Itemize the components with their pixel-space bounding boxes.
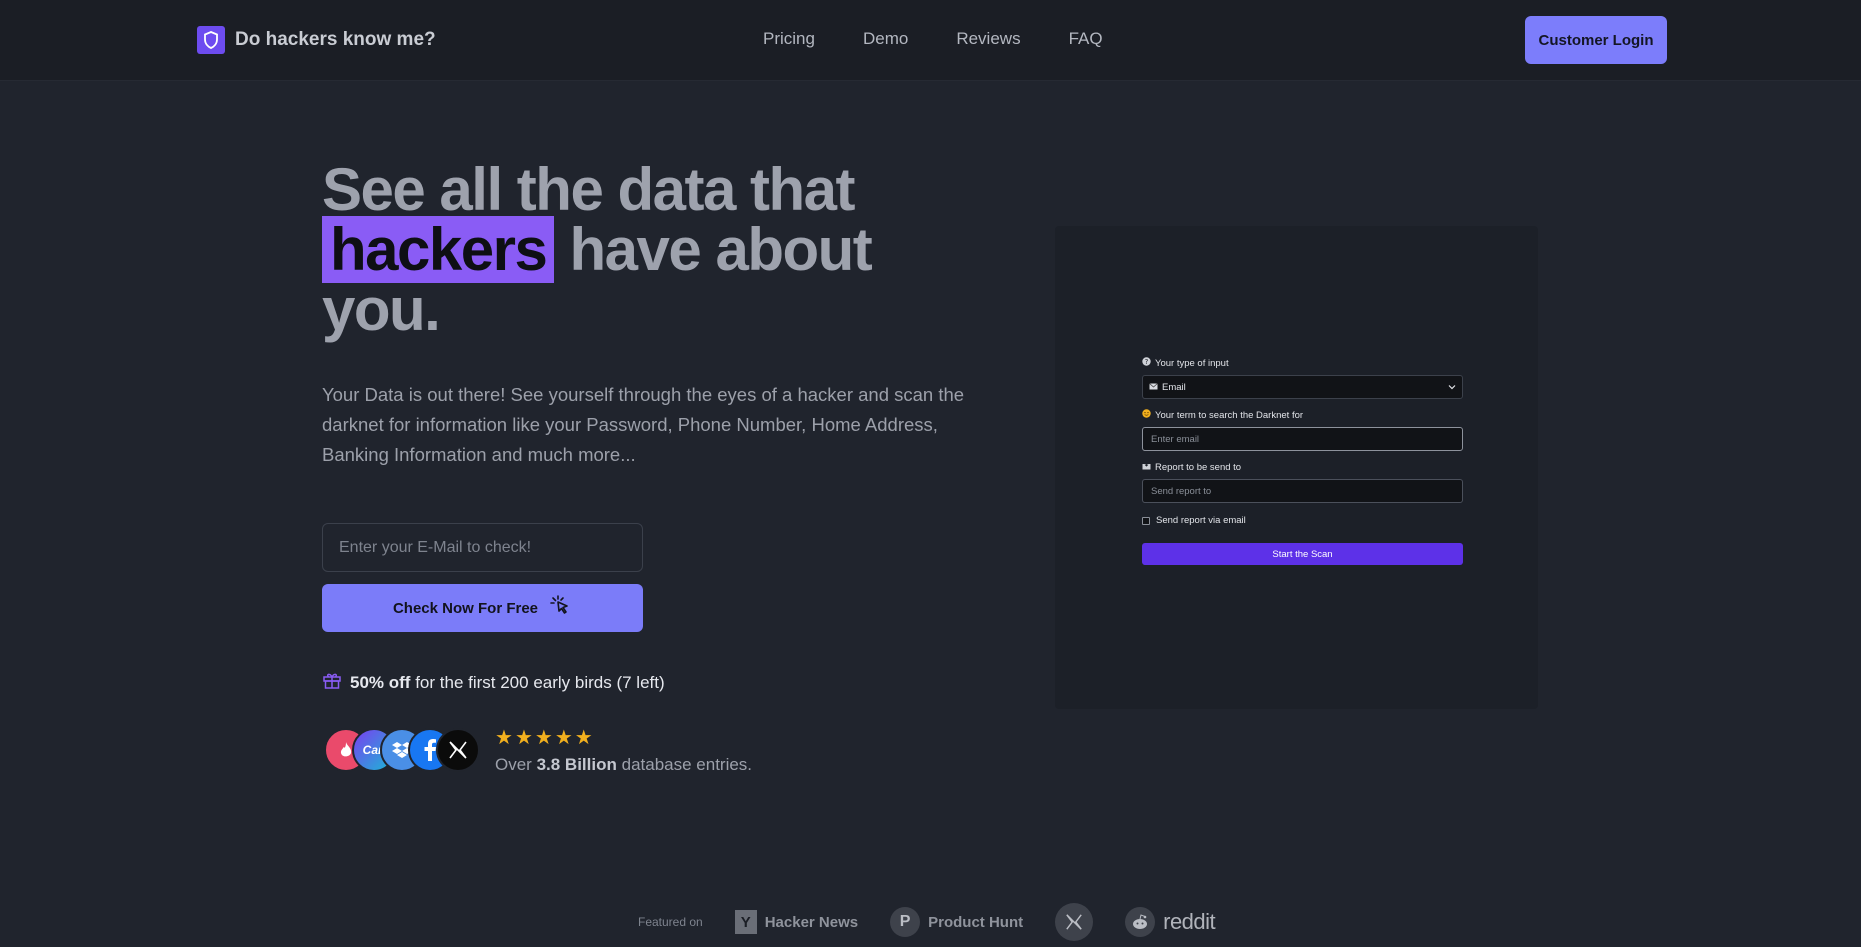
demo-panel: ? Your type of input Email Your term to … bbox=[1055, 226, 1538, 709]
hero-title-highlight: hackers bbox=[322, 216, 555, 283]
hero-title-part1: See all the data that bbox=[322, 156, 856, 223]
star-icon: ★ bbox=[534, 727, 553, 749]
promo-rest: for the first 200 early birds (7 left) bbox=[415, 672, 665, 692]
input-type-label: ? Your type of input bbox=[1142, 356, 1463, 370]
stat-suffix: database entries. bbox=[621, 755, 753, 774]
star-icon: ★ bbox=[574, 727, 593, 749]
check-now-label: Check Now For Free bbox=[392, 599, 539, 617]
nav-link-pricing[interactable]: Pricing bbox=[763, 29, 815, 49]
check-now-button[interactable]: Check Now For Free bbox=[322, 584, 643, 632]
reddit-icon bbox=[1125, 907, 1156, 937]
product-hunt-label: Product Hunt bbox=[928, 913, 1024, 931]
gift-icon bbox=[322, 670, 342, 695]
star-icon: ★ bbox=[495, 727, 513, 749]
input-type-value: Email bbox=[1162, 381, 1186, 393]
shield-icon bbox=[197, 26, 225, 54]
star-icon: ★ bbox=[514, 727, 533, 749]
send-report-checkbox-row[interactable]: Send report via email bbox=[1142, 515, 1463, 526]
input-type-label-text: Your type of input bbox=[1155, 357, 1229, 369]
send-report-label: Send report via email bbox=[1156, 515, 1246, 526]
x-icon bbox=[436, 728, 480, 772]
inbox-icon bbox=[1142, 461, 1151, 473]
envelope-icon bbox=[1149, 382, 1158, 393]
brand[interactable]: Do hackers know me? bbox=[197, 26, 436, 54]
cursor-click-icon bbox=[550, 595, 572, 621]
rating-stars: ★ ★ ★ ★ ★ bbox=[495, 728, 593, 748]
input-type-selected: Email bbox=[1149, 382, 1186, 393]
report-input[interactable] bbox=[1142, 479, 1463, 503]
customer-login-button[interactable]: Customer Login bbox=[1525, 16, 1667, 64]
featured-hacker-news[interactable]: Y Hacker News bbox=[734, 910, 859, 934]
x-icon bbox=[1055, 903, 1094, 941]
product-hunt-icon: P bbox=[890, 907, 921, 937]
search-term-label: Your term to search the Darknet for bbox=[1142, 408, 1463, 422]
smiley-icon bbox=[1142, 409, 1151, 421]
featured-product-hunt[interactable]: P Product Hunt bbox=[890, 907, 1023, 937]
featured-label: Featured on bbox=[638, 915, 703, 929]
database-stat: Over 3.8 Billion database entries. bbox=[495, 755, 752, 775]
demo-form: ? Your type of input Email Your term to … bbox=[1142, 356, 1463, 565]
stat-bold: 3.8 Billion bbox=[536, 755, 617, 774]
reddit-label: reddit bbox=[1163, 909, 1216, 934]
featured-reddit[interactable]: reddit bbox=[1125, 907, 1216, 937]
question-icon: ? bbox=[1142, 357, 1151, 369]
featured-x[interactable] bbox=[1055, 903, 1094, 941]
start-scan-button[interactable]: Start the Scan bbox=[1142, 543, 1463, 565]
promo-text: 50% off for the first 200 early birds (7… bbox=[350, 673, 665, 693]
hero-title: See all the data that hackers have about… bbox=[322, 160, 962, 340]
report-label: Report to be send to bbox=[1142, 460, 1463, 474]
hacker-news-label: Hacker News bbox=[764, 913, 859, 931]
hero-description: Your Data is out there! See yourself thr… bbox=[322, 384, 965, 465]
brand-avatars: Can bbox=[324, 728, 484, 774]
star-icon: ★ bbox=[554, 727, 573, 749]
promo: 50% off for the first 200 early birds (7… bbox=[322, 670, 665, 695]
nav-link-demo[interactable]: Demo bbox=[863, 29, 908, 49]
nav-link-reviews[interactable]: Reviews bbox=[956, 29, 1020, 49]
search-term-label-text: Your term to search the Darknet for bbox=[1155, 409, 1304, 421]
y-combinator-icon: Y bbox=[734, 910, 757, 934]
nav-link-faq[interactable]: FAQ bbox=[1069, 29, 1103, 49]
nav-links: Pricing Demo Reviews FAQ bbox=[763, 29, 1103, 49]
featured-bar: Featured on Y Hacker News P Product Hunt… bbox=[638, 903, 1247, 941]
promo-bold: 50% off bbox=[350, 672, 411, 692]
stat-prefix: Over bbox=[495, 755, 532, 774]
email-input[interactable] bbox=[322, 523, 643, 572]
brand-name: Do hackers know me? bbox=[235, 29, 436, 50]
search-term-input[interactable] bbox=[1142, 427, 1463, 451]
report-label-text: Report to be send to bbox=[1155, 461, 1242, 473]
chevron-down-icon bbox=[1448, 382, 1456, 393]
input-type-select[interactable]: Email bbox=[1142, 375, 1463, 399]
send-report-checkbox[interactable] bbox=[1142, 516, 1150, 525]
svg-text:?: ? bbox=[1145, 358, 1149, 366]
navbar: Do hackers know me? Pricing Demo Reviews… bbox=[0, 0, 1861, 81]
